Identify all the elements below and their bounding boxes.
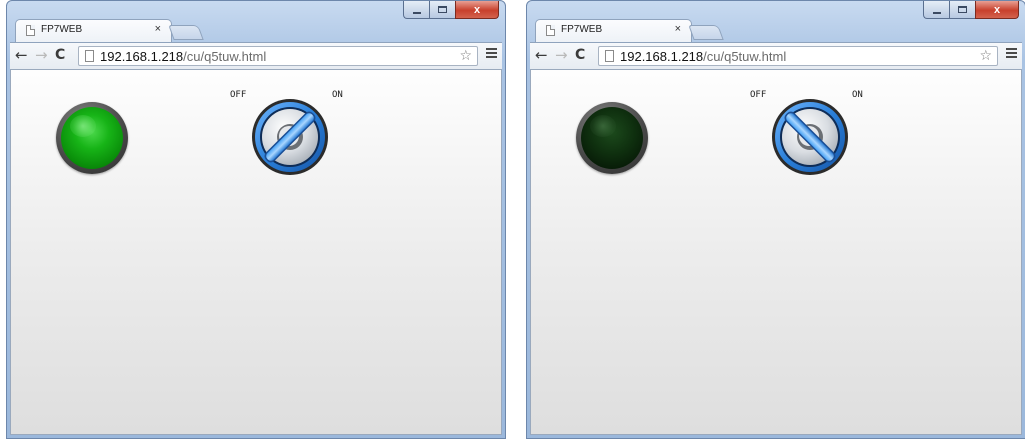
selector-switch[interactable] xyxy=(251,98,329,176)
page-icon xyxy=(546,25,555,36)
bookmark-star-icon[interactable]: ☆ xyxy=(979,47,992,65)
reload-icon[interactable]: C xyxy=(575,47,585,64)
minimize-button[interactable] xyxy=(403,1,429,19)
new-tab-button[interactable] xyxy=(168,25,204,40)
maximize-icon xyxy=(958,6,967,13)
browser-toolbar: ← → C 192.168.1.218/cu/q5tuw.html ☆ xyxy=(530,42,1022,69)
switch-on-label: ON xyxy=(852,90,863,100)
back-arrow-icon[interactable]: ← xyxy=(15,47,28,64)
tab-close-icon[interactable]: × xyxy=(155,23,161,35)
tab-close-icon[interactable]: × xyxy=(675,23,681,35)
screenshot-stage: x FP7WEB × ← → C 192.168.1.218/cu/q5tuw.… xyxy=(0,0,1025,439)
page-content: OFF ON xyxy=(10,69,502,435)
selector-switch-graphic xyxy=(252,99,328,175)
close-icon: x xyxy=(993,3,1001,16)
browser-tab[interactable]: FP7WEB × xyxy=(535,19,692,42)
page-icon xyxy=(26,25,35,36)
url-host: 192.168.1.218 xyxy=(620,49,704,64)
switch-on-label: ON xyxy=(332,90,343,100)
indicator-lamp xyxy=(576,102,648,174)
browser-toolbar: ← → C 192.168.1.218/cu/q5tuw.html ☆ xyxy=(10,42,502,69)
lamp-lens xyxy=(61,107,123,169)
menu-icon[interactable] xyxy=(486,48,497,60)
bookmark-star-icon[interactable]: ☆ xyxy=(459,47,472,65)
window-controls: x xyxy=(923,1,1019,21)
url-text[interactable]: 192.168.1.218/cu/q5tuw.html xyxy=(100,48,266,65)
maximize-button[interactable] xyxy=(949,1,975,19)
lamp-lens xyxy=(581,107,643,169)
browser-window-2: x FP7WEB × ← → C 192.168.1.218/cu/q5tuw.… xyxy=(526,0,1025,439)
lamp-glare xyxy=(590,115,616,137)
url-text[interactable]: 192.168.1.218/cu/q5tuw.html xyxy=(620,48,786,65)
url-path: /cu/q5tuw.html xyxy=(183,49,267,64)
address-bar[interactable]: 192.168.1.218/cu/q5tuw.html ☆ xyxy=(78,46,478,66)
minimize-icon xyxy=(932,11,941,14)
selector-switch[interactable] xyxy=(771,98,849,176)
back-arrow-icon[interactable]: ← xyxy=(535,47,548,64)
browser-window-1: x FP7WEB × ← → C 192.168.1.218/cu/q5tuw.… xyxy=(6,0,506,439)
close-icon: x xyxy=(473,3,481,16)
forward-arrow-icon[interactable]: → xyxy=(555,47,568,64)
maximize-button[interactable] xyxy=(429,1,455,19)
minimize-button[interactable] xyxy=(923,1,949,19)
forward-arrow-icon[interactable]: → xyxy=(35,47,48,64)
switch-off-label: OFF xyxy=(750,90,767,100)
minimize-icon xyxy=(412,11,421,14)
close-window-button[interactable]: x xyxy=(975,1,1019,19)
switch-off-label: OFF xyxy=(230,90,247,100)
menu-icon[interactable] xyxy=(1006,48,1017,60)
page-content: OFF ON xyxy=(530,69,1022,435)
close-window-button[interactable]: x xyxy=(455,1,499,19)
tab-title: FP7WEB xyxy=(561,24,603,35)
page-icon xyxy=(85,50,94,62)
address-bar[interactable]: 192.168.1.218/cu/q5tuw.html ☆ xyxy=(598,46,998,66)
lamp-glare xyxy=(70,115,96,137)
browser-tab[interactable]: FP7WEB × xyxy=(15,19,172,42)
page-icon xyxy=(605,50,614,62)
reload-icon[interactable]: C xyxy=(55,47,65,64)
url-host: 192.168.1.218 xyxy=(100,49,184,64)
new-tab-button[interactable] xyxy=(688,25,724,40)
indicator-lamp xyxy=(56,102,128,174)
tab-title: FP7WEB xyxy=(41,24,83,35)
url-path: /cu/q5tuw.html xyxy=(703,49,787,64)
selector-switch-graphic xyxy=(772,99,848,175)
window-controls: x xyxy=(403,1,499,21)
maximize-icon xyxy=(438,6,447,13)
